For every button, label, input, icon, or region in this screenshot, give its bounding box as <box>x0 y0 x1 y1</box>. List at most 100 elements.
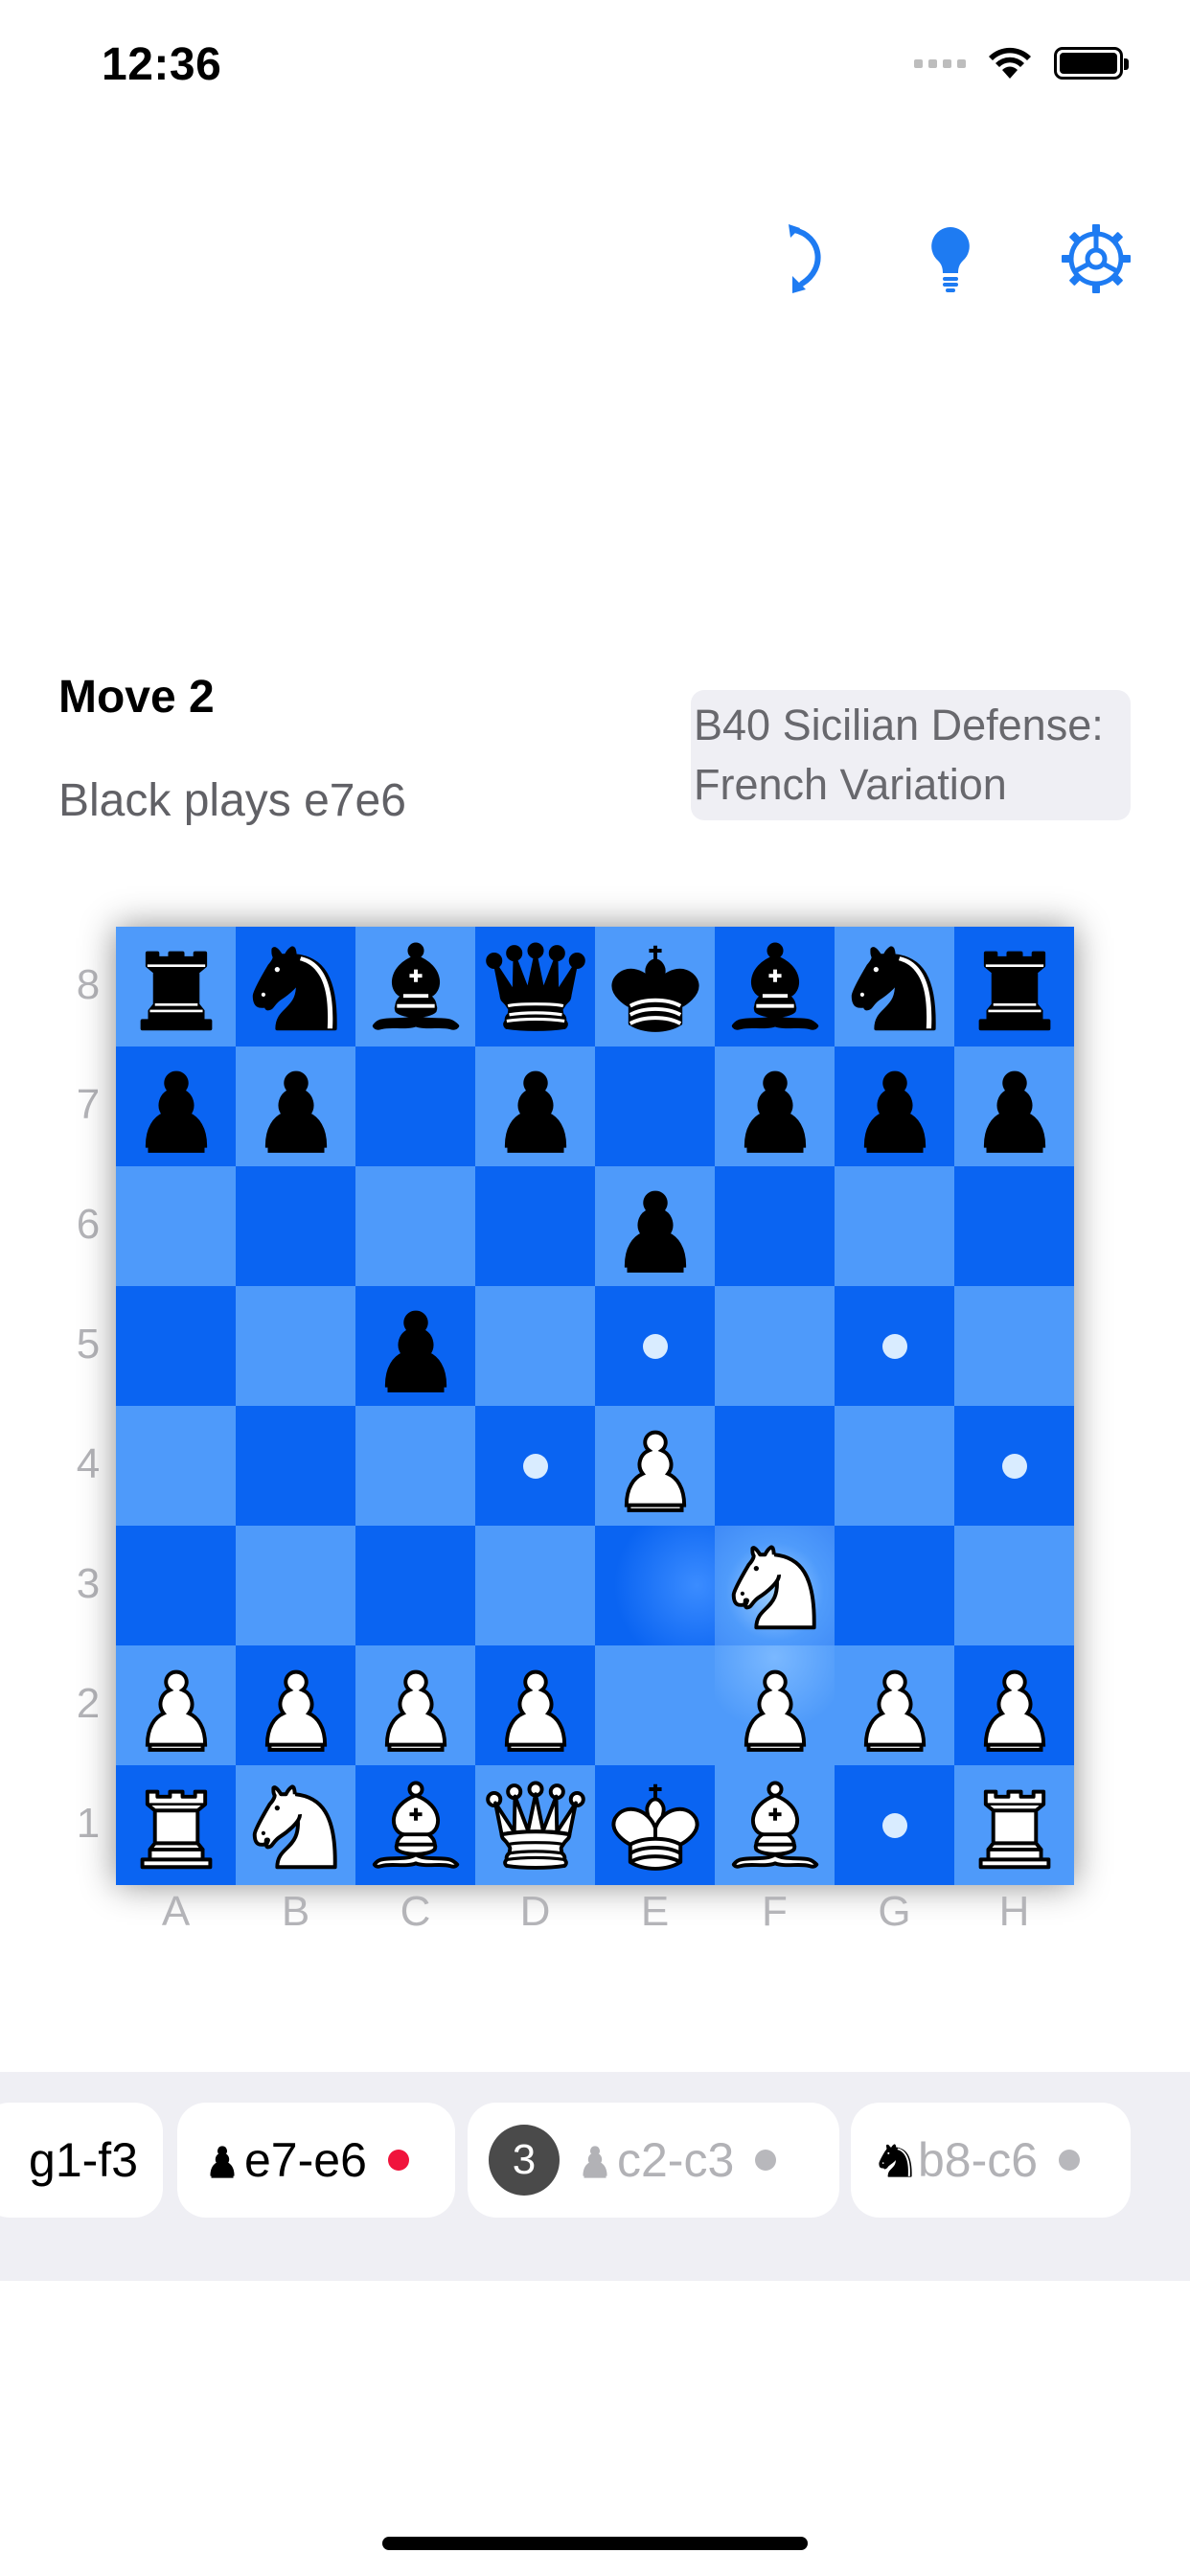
square-f7[interactable] <box>715 1046 835 1166</box>
square-h5[interactable] <box>954 1286 1074 1406</box>
white-pawn-icon[interactable] <box>719 1649 832 1762</box>
square-b2[interactable] <box>236 1645 355 1765</box>
square-h7[interactable] <box>954 1046 1074 1166</box>
square-e3[interactable] <box>595 1526 715 1645</box>
square-b5[interactable] <box>236 1286 355 1406</box>
black-pawn-icon[interactable] <box>240 1050 353 1163</box>
square-c3[interactable] <box>355 1526 475 1645</box>
square-d7[interactable] <box>475 1046 595 1166</box>
square-a4[interactable] <box>116 1406 236 1526</box>
move-chip-current[interactable]: e7-e6 <box>177 2103 455 2218</box>
white-pawn-icon[interactable] <box>120 1649 233 1762</box>
white-queen-icon[interactable] <box>479 1769 592 1882</box>
move-chip-upcoming[interactable]: b8-c6 <box>851 2103 1131 2218</box>
square-c8[interactable] <box>355 927 475 1046</box>
square-b3[interactable] <box>236 1526 355 1645</box>
square-d5[interactable] <box>475 1286 595 1406</box>
white-pawn-icon[interactable] <box>838 1649 951 1762</box>
square-c2[interactable] <box>355 1645 475 1765</box>
square-f2[interactable] <box>715 1645 835 1765</box>
white-bishop-icon[interactable] <box>719 1769 832 1882</box>
square-d4[interactable] <box>475 1406 595 1526</box>
white-king-icon[interactable] <box>599 1769 712 1882</box>
square-b4[interactable] <box>236 1406 355 1526</box>
square-e1[interactable] <box>595 1765 715 1885</box>
white-knight-icon[interactable] <box>240 1769 353 1882</box>
settings-button[interactable] <box>1056 218 1136 299</box>
square-a7[interactable] <box>116 1046 236 1166</box>
white-pawn-icon[interactable] <box>599 1410 712 1523</box>
move-chip[interactable]: g1-f3 <box>0 2103 163 2218</box>
square-a3[interactable] <box>116 1526 236 1645</box>
square-f8[interactable] <box>715 927 835 1046</box>
hint-button[interactable] <box>910 218 991 299</box>
square-d2[interactable] <box>475 1645 595 1765</box>
white-pawn-icon[interactable] <box>240 1649 353 1762</box>
square-c1[interactable] <box>355 1765 475 1885</box>
square-d6[interactable] <box>475 1166 595 1286</box>
square-a6[interactable] <box>116 1166 236 1286</box>
square-b1[interactable] <box>236 1765 355 1885</box>
black-bishop-icon[interactable] <box>359 931 472 1044</box>
chess-board[interactable] <box>116 927 1074 1885</box>
square-g8[interactable] <box>835 927 954 1046</box>
white-pawn-icon[interactable] <box>359 1649 472 1762</box>
square-g1[interactable] <box>835 1765 954 1885</box>
black-knight-icon[interactable] <box>838 931 951 1044</box>
square-d1[interactable] <box>475 1765 595 1885</box>
square-e6[interactable] <box>595 1166 715 1286</box>
black-pawn-icon[interactable] <box>120 1050 233 1163</box>
white-pawn-icon[interactable] <box>479 1649 592 1762</box>
square-g2[interactable] <box>835 1645 954 1765</box>
black-bishop-icon[interactable] <box>719 931 832 1044</box>
white-rook-icon[interactable] <box>958 1769 1071 1882</box>
square-h6[interactable] <box>954 1166 1074 1286</box>
black-rook-icon[interactable] <box>120 931 233 1044</box>
square-e2[interactable] <box>595 1645 715 1765</box>
square-h3[interactable] <box>954 1526 1074 1645</box>
square-h1[interactable] <box>954 1765 1074 1885</box>
black-pawn-icon[interactable] <box>599 1170 712 1283</box>
square-g6[interactable] <box>835 1166 954 1286</box>
square-c5[interactable] <box>355 1286 475 1406</box>
square-h4[interactable] <box>954 1406 1074 1526</box>
black-knight-icon[interactable] <box>240 931 353 1044</box>
black-pawn-icon[interactable] <box>958 1050 1071 1163</box>
square-c7[interactable] <box>355 1046 475 1166</box>
square-g3[interactable] <box>835 1526 954 1645</box>
square-f5[interactable] <box>715 1286 835 1406</box>
black-rook-icon[interactable] <box>958 931 1071 1044</box>
undo-button[interactable] <box>766 218 846 299</box>
square-e5[interactable] <box>595 1286 715 1406</box>
square-f6[interactable] <box>715 1166 835 1286</box>
square-g7[interactable] <box>835 1046 954 1166</box>
square-e4[interactable] <box>595 1406 715 1526</box>
square-e7[interactable] <box>595 1046 715 1166</box>
black-king-icon[interactable] <box>599 931 712 1044</box>
square-b8[interactable] <box>236 927 355 1046</box>
black-pawn-icon[interactable] <box>359 1290 472 1403</box>
square-d3[interactable] <box>475 1526 595 1645</box>
square-f4[interactable] <box>715 1406 835 1526</box>
square-b6[interactable] <box>236 1166 355 1286</box>
square-h2[interactable] <box>954 1645 1074 1765</box>
square-e8[interactable] <box>595 927 715 1046</box>
white-knight-icon[interactable] <box>719 1530 832 1643</box>
move-chip-upcoming[interactable]: 3 c2-c3 <box>468 2103 839 2218</box>
square-a2[interactable] <box>116 1645 236 1765</box>
square-a8[interactable] <box>116 927 236 1046</box>
black-pawn-icon[interactable] <box>838 1050 951 1163</box>
square-f1[interactable] <box>715 1765 835 1885</box>
square-a1[interactable] <box>116 1765 236 1885</box>
square-a5[interactable] <box>116 1286 236 1406</box>
square-d8[interactable] <box>475 927 595 1046</box>
white-rook-icon[interactable] <box>120 1769 233 1882</box>
white-pawn-icon[interactable] <box>958 1649 1071 1762</box>
square-g5[interactable] <box>835 1286 954 1406</box>
square-c4[interactable] <box>355 1406 475 1526</box>
black-queen-icon[interactable] <box>479 931 592 1044</box>
black-pawn-icon[interactable] <box>479 1050 592 1163</box>
move-history-strip[interactable]: g1-f3 e7-e6 3 c2-c3 b8-c6 <box>0 2072 1190 2281</box>
square-f3[interactable] <box>715 1526 835 1645</box>
black-pawn-icon[interactable] <box>719 1050 832 1163</box>
